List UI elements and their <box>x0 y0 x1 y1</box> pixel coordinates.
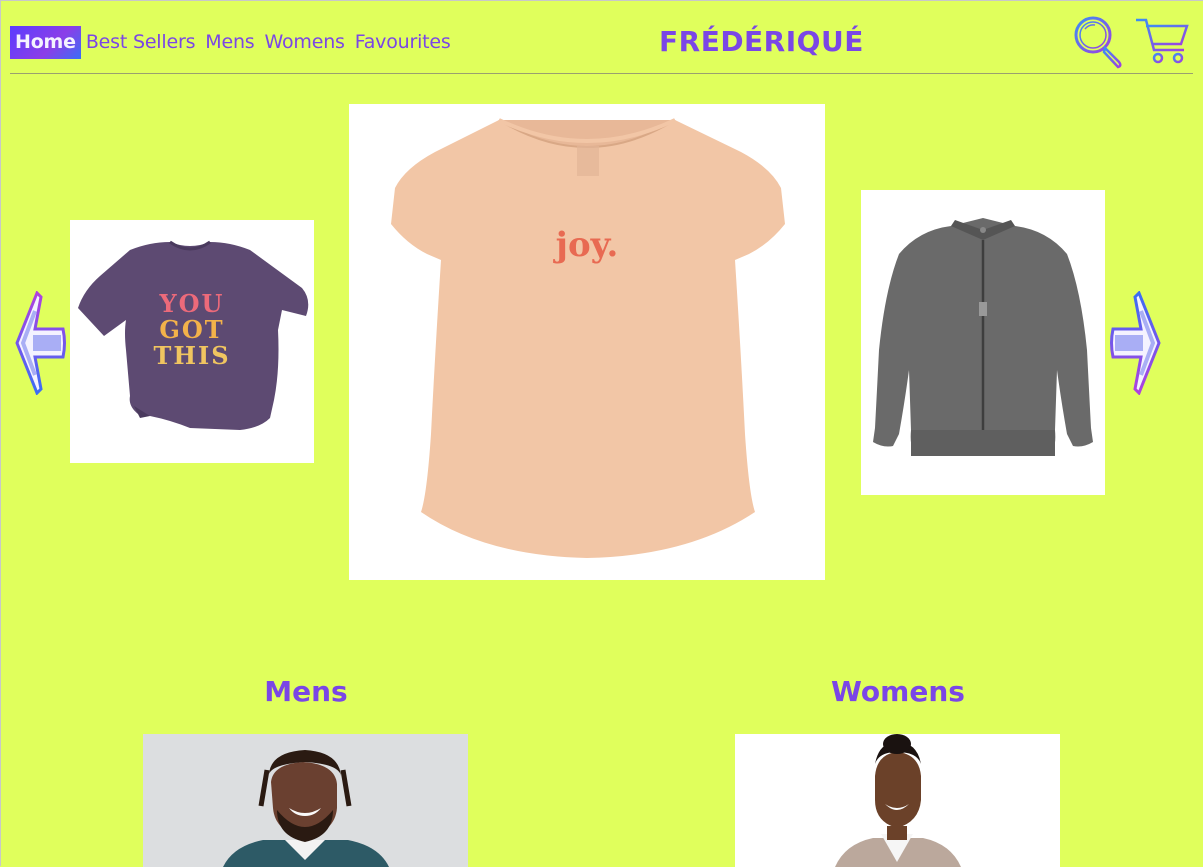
nav-home[interactable]: Home <box>10 26 81 59</box>
nav-womens[interactable]: Womens <box>260 26 350 59</box>
main-nav: Home Best Sellers Mens Womens Favourites <box>10 26 456 59</box>
nav-mens[interactable]: Mens <box>200 26 259 59</box>
category-image-mens[interactable] <box>143 734 468 867</box>
carousel-item-left[interactable]: YOU GOT THIS <box>70 220 314 463</box>
brand-title[interactable]: FRÉDÉRIQUÉ <box>659 25 864 58</box>
svg-text:joy.: joy. <box>553 225 619 265</box>
arrow-left-icon[interactable] <box>15 290 67 396</box>
carousel-item-right[interactable] <box>861 190 1105 495</box>
nav-favourites[interactable]: Favourites <box>350 26 456 59</box>
carousel-item-center[interactable]: joy. <box>349 104 825 580</box>
nav-best-sellers[interactable]: Best Sellers <box>81 26 200 59</box>
svg-text:THIS: THIS <box>153 341 230 370</box>
category-title-mens[interactable]: Mens <box>144 675 468 708</box>
svg-text:YOU: YOU <box>159 289 225 318</box>
search-icon[interactable] <box>1073 15 1125 69</box>
arrow-right-icon[interactable] <box>1109 290 1161 396</box>
category-title-womens[interactable]: Womens <box>736 675 1060 708</box>
svg-text:GOT: GOT <box>159 315 224 344</box>
header-divider <box>10 73 1193 74</box>
category-image-womens[interactable] <box>735 734 1060 867</box>
cart-icon[interactable] <box>1134 16 1190 66</box>
